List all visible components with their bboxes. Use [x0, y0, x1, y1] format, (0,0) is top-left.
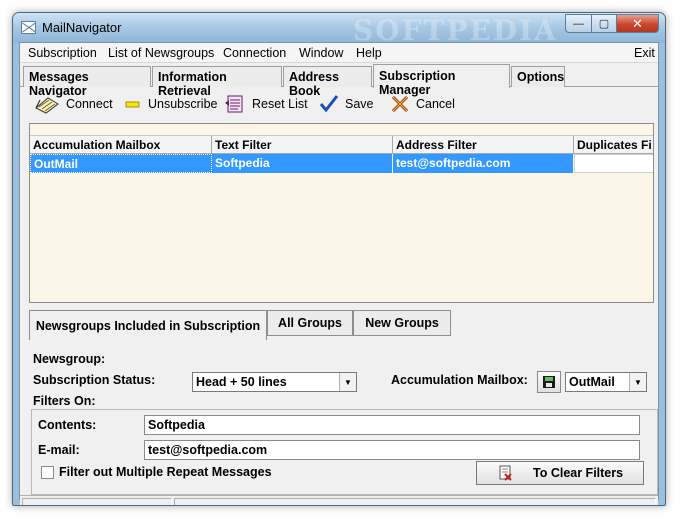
maximize-icon: ▢: [598, 18, 610, 30]
toolbar: Connect Unsubscribe Reset List Save Canc…: [20, 89, 658, 119]
newsgroup-label: Newsgroup:: [33, 352, 106, 366]
tab-options[interactable]: Options: [511, 66, 565, 87]
cell-accumulation-mailbox[interactable]: OutMail: [30, 154, 212, 173]
connect-label: Connect: [66, 97, 113, 111]
table-row[interactable]: OutMail Softpedia test@softpedia.com: [30, 154, 653, 173]
subscription-status-value: Head + 50 lines: [196, 375, 287, 389]
floppy-disk-icon: [543, 376, 555, 388]
menu-subscription[interactable]: Subscription: [28, 46, 97, 60]
tab-information-retrieval[interactable]: Information Retrieval: [152, 66, 282, 98]
menu-connection[interactable]: Connection: [223, 46, 286, 60]
menu-list-of-newsgroups[interactable]: List of Newsgroups: [108, 46, 214, 60]
accumulation-mailbox-label: Accumulation Mailbox:: [391, 373, 528, 387]
close-icon: ✕: [632, 15, 643, 31]
email-label: E-mail:: [38, 443, 80, 457]
contents-label: Contents:: [38, 418, 97, 432]
unsubscribe-icon: [125, 101, 140, 108]
menu-help[interactable]: Help: [356, 46, 382, 60]
filters-group: Contents: Softpedia E-mail: test@softped…: [31, 409, 658, 495]
unsubscribe-button[interactable]: Unsubscribe: [124, 93, 217, 115]
subscription-grid[interactable]: Accumulation Mailbox Text Filter Address…: [29, 123, 654, 303]
chevron-down-icon[interactable]: ▼: [339, 373, 356, 391]
chevron-down-icon[interactable]: ▼: [629, 373, 646, 391]
mail-envelope-icon: [21, 21, 36, 34]
checkmark-icon: [319, 95, 339, 113]
client-area: Subscription List of Newsgroups Connecti…: [19, 42, 659, 505]
save-label: Save: [345, 97, 374, 111]
clear-filters-button[interactable]: To Clear Filters: [476, 461, 644, 485]
save-button[interactable]: Save: [319, 93, 374, 115]
menu-bar: Subscription List of Newsgroups Connecti…: [20, 43, 658, 63]
clear-filters-label: To Clear Filters: [533, 466, 624, 480]
cancel-x-icon: [391, 95, 409, 113]
contents-field[interactable]: Softpedia: [144, 415, 640, 435]
maximize-button[interactable]: ▢: [591, 14, 617, 33]
cell-duplicates-filter[interactable]: [574, 154, 653, 173]
filters-on-label: Filters On:: [33, 394, 96, 408]
window-title: MailNavigator: [42, 20, 122, 35]
save-mailbox-button[interactable]: [537, 371, 561, 393]
cell-text-filter[interactable]: Softpedia: [212, 154, 393, 173]
cell-address-filter[interactable]: test@softpedia.com: [393, 154, 574, 173]
cancel-label: Cancel: [416, 97, 455, 111]
close-button[interactable]: ✕: [616, 14, 659, 33]
tab-newsgroups-included[interactable]: Newsgroups Included in Subscription: [29, 310, 267, 340]
reset-list-icon: [225, 95, 243, 113]
subscription-status-label: Subscription Status:: [33, 373, 156, 387]
column-header-address-filter[interactable]: Address Filter: [393, 136, 574, 154]
status-pane-left: [22, 498, 172, 505]
menu-exit[interactable]: Exit: [634, 46, 655, 60]
subscription-details-panel: Newsgroups Included in Subscription All …: [29, 310, 658, 495]
connect-button[interactable]: Connect: [34, 93, 113, 115]
cancel-button[interactable]: Cancel: [390, 93, 455, 115]
main-tab-strip: Messages Navigator Information Retrieval…: [20, 64, 658, 98]
accumulation-mailbox-dropdown[interactable]: OutMail ▼: [565, 372, 647, 392]
menu-window[interactable]: Window: [299, 46, 343, 60]
tab-address-book[interactable]: Address Book: [283, 66, 372, 98]
minimize-button[interactable]: —: [565, 14, 592, 33]
tab-messages-navigator[interactable]: Messages Navigator: [23, 66, 151, 98]
filter-repeat-checkbox[interactable]: [41, 466, 54, 479]
unsubscribe-label: Unsubscribe: [148, 97, 218, 111]
column-header-accumulation-mailbox[interactable]: Accumulation Mailbox: [30, 136, 212, 154]
email-field[interactable]: test@softpedia.com: [144, 440, 640, 460]
accumulation-mailbox-value: OutMail: [569, 375, 615, 389]
minimize-icon: —: [573, 17, 584, 30]
grid-header: Accumulation Mailbox Text Filter Address…: [30, 135, 653, 154]
connect-icon: [35, 97, 59, 114]
tab-subscription-manager[interactable]: Subscription Manager: [373, 64, 510, 97]
clear-filter-icon: [499, 465, 512, 481]
column-header-duplicates-filter[interactable]: Duplicates Fi: [574, 136, 653, 154]
reset-list-button[interactable]: Reset List: [224, 93, 308, 115]
tab-all-groups[interactable]: All Groups: [267, 310, 353, 336]
app-window: MailNavigator SOFTPEDIA — ▢ ✕ Subscripti…: [12, 12, 666, 506]
tab-new-groups[interactable]: New Groups: [353, 310, 451, 336]
status-bar: [20, 495, 658, 505]
reset-list-label: Reset List: [252, 97, 308, 111]
column-header-text-filter[interactable]: Text Filter: [212, 136, 393, 154]
title-bar[interactable]: MailNavigator SOFTPEDIA — ▢ ✕: [13, 13, 665, 47]
filter-repeat-label: Filter out Multiple Repeat Messages: [59, 465, 272, 479]
status-pane-right: [174, 498, 656, 505]
subscription-status-dropdown[interactable]: Head + 50 lines ▼: [192, 372, 357, 392]
